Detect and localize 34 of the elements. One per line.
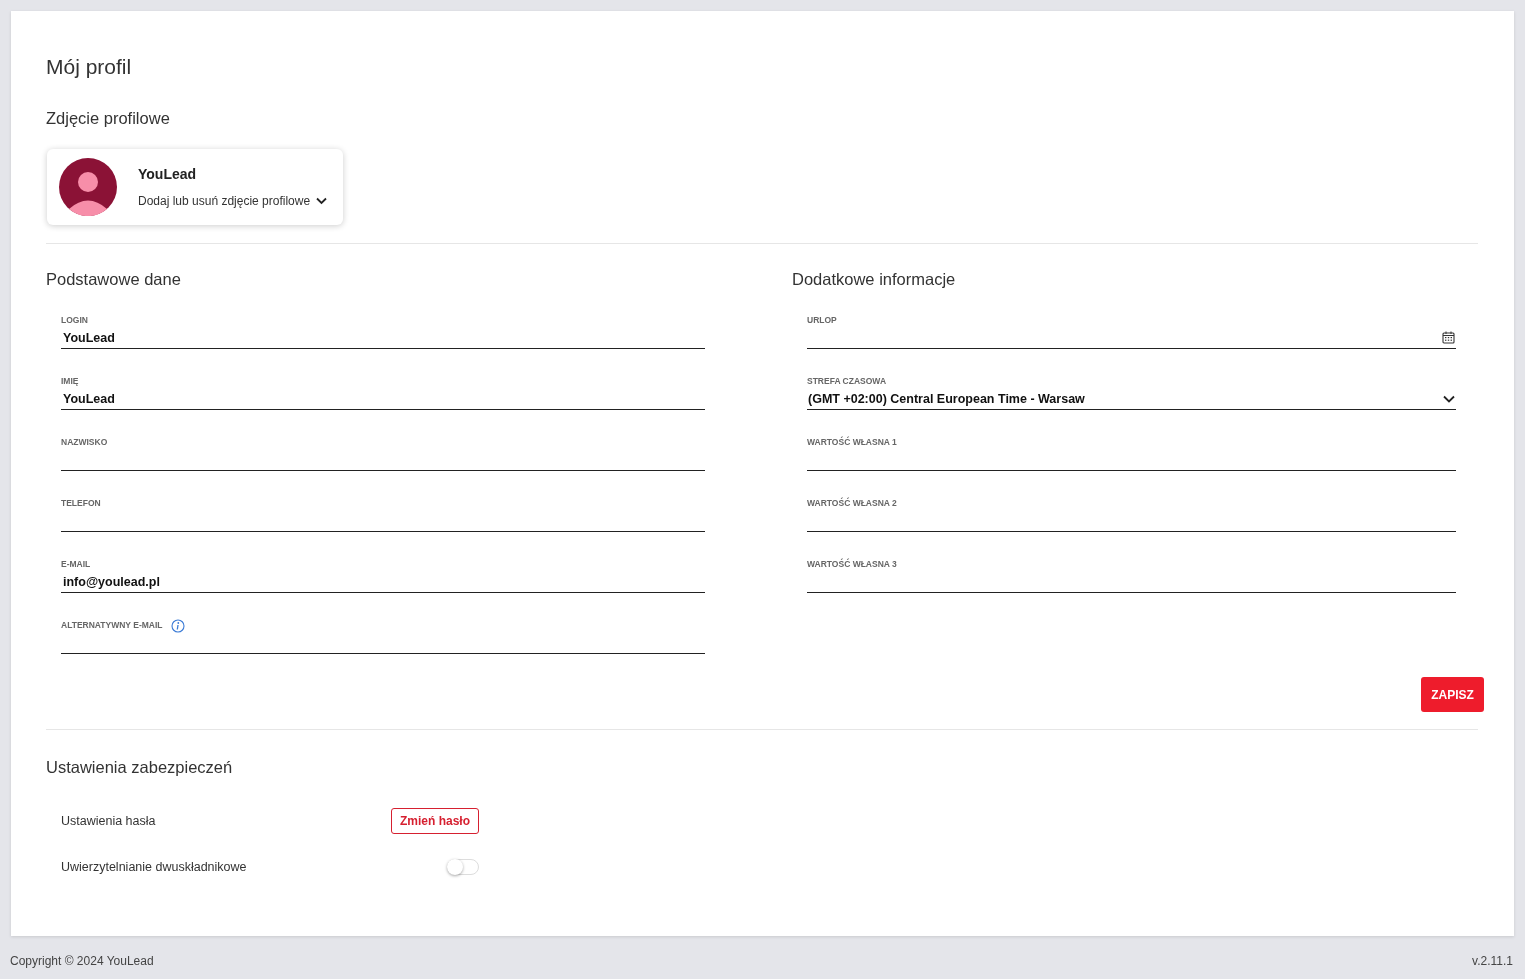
- chevron-down-icon: [1443, 394, 1455, 403]
- select-field[interactable]: (GMT +02:00) Central European Time - Warsaw: [807, 388, 1456, 410]
- chevron-down-icon: [316, 197, 328, 205]
- field-label: ALTERNATYWNY E-MAIL: [61, 620, 163, 630]
- page-title: Mój profil: [46, 55, 133, 79]
- field-label: URLOP: [807, 315, 837, 325]
- info-icon: [170, 618, 185, 633]
- field-label: WARTOŚĆ WŁASNA 3: [807, 559, 897, 569]
- section-heading: Ustawienia zabezpieczeń: [46, 758, 234, 777]
- version-text: v.2.11.1: [1472, 954, 1513, 968]
- field-label: IMIĘ: [61, 376, 79, 386]
- input-field[interactable]: YouLead: [61, 327, 705, 349]
- avatar-icon: [59, 158, 117, 216]
- field-label: STREFA CZASOWA: [807, 376, 887, 386]
- field-label: E-MAIL: [61, 559, 91, 569]
- field-label: WARTOŚĆ WŁASNA 2: [807, 498, 897, 508]
- setting-label: Ustawienia hasła: [61, 814, 157, 828]
- section-heading: Zdjęcie profilowe: [46, 109, 171, 128]
- calendar-icon: [1442, 331, 1455, 344]
- user-name: YouLead: [138, 166, 198, 182]
- save-button[interactable]: ZAPISZ: [1421, 677, 1484, 712]
- photo-dropdown[interactable]: Dodaj lub usuń zdjęcie profilowe: [138, 194, 328, 208]
- toggle-switch[interactable]: [447, 859, 479, 875]
- setting-label: Uwierzytelnianie dwuskładnikowe: [61, 860, 248, 874]
- copyright-text: Copyright © 2024 YouLead: [10, 954, 154, 968]
- input-field[interactable]: YouLead: [61, 388, 705, 410]
- field-label: TELEFON: [61, 498, 101, 508]
- section-heading: Dodatkowe informacje: [792, 270, 957, 289]
- input-field[interactable]: info@youlead.pl: [61, 571, 705, 593]
- field-label: NAZWISKO: [61, 437, 108, 447]
- field-label: WARTOŚĆ WŁASNA 1: [807, 437, 897, 447]
- section-heading: Podstawowe dane: [46, 270, 182, 289]
- change-password-button[interactable]: Zmień hasło: [391, 808, 479, 834]
- field-label: LOGIN: [61, 315, 88, 325]
